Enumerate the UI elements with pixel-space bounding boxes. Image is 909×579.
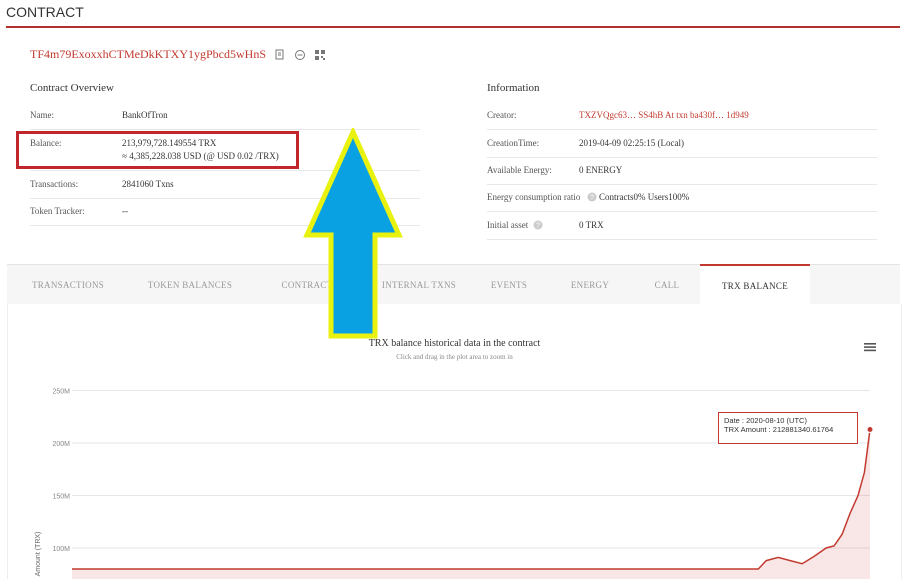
tab-energy[interactable]: ENERGY <box>556 265 624 305</box>
tab-call[interactable]: CALL <box>633 265 701 305</box>
contract-address-row: TF4m79ExoxxhCTMeDkKTXY1ygPbcd5wHnS <box>30 47 326 62</box>
chart-series <box>72 425 874 579</box>
y-tick-label: 200M <box>52 441 70 448</box>
qr-code-icon[interactable] <box>314 49 326 61</box>
overview-title: Contract Overview <box>30 82 114 94</box>
ratio-label: Energy consumption ratio <box>487 192 581 202</box>
tooltip-date: Date : 2020-08-10 (UTC) <box>724 416 807 425</box>
creator-value[interactable]: TXZVQgc63… SS4hB At txn ba430f… 1d949 <box>579 110 749 120</box>
initial-asset-value: 0 TRX <box>579 220 604 230</box>
svg-text:?: ? <box>536 223 540 230</box>
name-value: BankOfTron <box>122 110 168 120</box>
transactions-value[interactable]: 2841060 Txns <box>122 179 174 189</box>
y-tick-label: 150M <box>52 494 70 501</box>
svg-text:?: ? <box>590 195 594 202</box>
creator-label: Creator: <box>487 110 517 120</box>
info-row-ratio: Energy consumption ratio ? Contracts0% U… <box>487 184 877 212</box>
creation-time-label: CreationTime: <box>487 138 540 148</box>
info-row-initial-asset: Initial asset ? 0 TRX <box>487 212 877 240</box>
up-arrow-annotation <box>303 128 403 339</box>
chart-panel: TRX balance historical data in the contr… <box>7 304 902 579</box>
info-row-creation-time: CreationTime: 2019-04-09 02:25:15 (Local… <box>487 130 877 158</box>
tab-token-balances[interactable]: TOKEN BALANCES <box>129 265 251 305</box>
chart-tooltip: Date : 2020-08-10 (UTC) TRX Amount : 212… <box>718 412 858 444</box>
name-label: Name: <box>30 110 54 120</box>
tab-events[interactable]: EVENTS <box>475 265 543 305</box>
info-row-energy: Available Energy: 0 ENERGY <box>487 157 877 185</box>
balance-highlight-box <box>16 131 299 169</box>
series-point[interactable] <box>866 425 874 433</box>
token-tracker-label: Token Tracker: <box>30 206 85 216</box>
header-divider <box>6 26 900 28</box>
initial-asset-label: Initial asset <box>487 220 529 230</box>
minus-circle-icon[interactable] <box>294 49 306 61</box>
tab-trx-balance[interactable]: TRX BALANCE <box>700 264 810 306</box>
help-icon[interactable]: ? <box>533 220 543 230</box>
y-axis-label: Amount (TRX) <box>35 532 42 577</box>
tooltip-amount: TRX Amount : 212881340.61764 <box>724 425 834 434</box>
page-header: CONTRACT <box>0 0 909 28</box>
tab-bar: TRANSACTIONS TOKEN BALANCES CONTRACT INT… <box>7 264 900 306</box>
creation-time-value: 2019-04-09 02:25:15 (Local) <box>579 138 684 148</box>
series-area <box>72 429 870 579</box>
overview-row-name: Name: BankOfTron <box>30 102 420 130</box>
page-title: CONTRACT <box>6 4 84 20</box>
token-tracker-value: -- <box>122 206 128 216</box>
tab-transactions[interactable]: TRANSACTIONS <box>7 265 129 305</box>
info-row-creator: Creator: TXZVQgc63… SS4hB At txn ba430f…… <box>487 102 877 130</box>
contract-address[interactable]: TF4m79ExoxxhCTMeDkKTXY1ygPbcd5wHnS <box>30 47 266 62</box>
help-icon[interactable]: ? <box>587 192 597 202</box>
arrow-shape <box>303 128 403 339</box>
transactions-label: Transactions: <box>30 179 79 189</box>
energy-label: Available Energy: <box>487 165 552 175</box>
information-title: Information <box>487 82 540 94</box>
y-tick-label: 250M <box>52 389 70 396</box>
y-tick-label: 100M <box>52 546 70 553</box>
energy-value: 0 ENERGY <box>579 165 623 175</box>
ratio-value: Contracts0% Users100% <box>599 192 690 202</box>
copy-icon[interactable] <box>274 49 286 61</box>
